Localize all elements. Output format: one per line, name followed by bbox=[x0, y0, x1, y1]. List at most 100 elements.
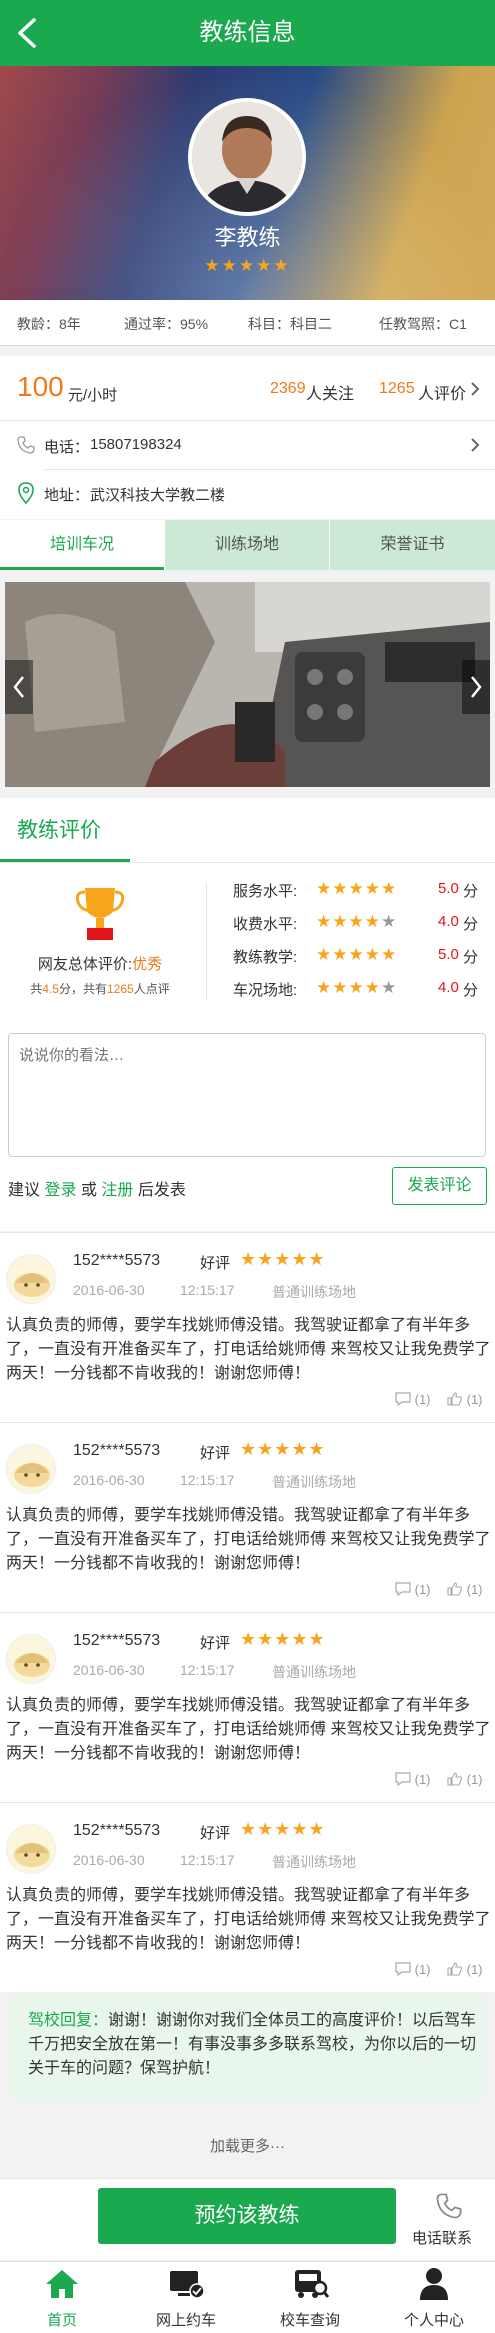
phone-icon bbox=[436, 2193, 462, 2219]
summary-score: 4.5 bbox=[42, 982, 59, 996]
nav-label: 校车查询 bbox=[279, 2312, 340, 2329]
reviewer-name: 152****5573 bbox=[73, 1442, 161, 1459]
like-count: (1) bbox=[466, 1772, 483, 1787]
score-label: 车况场地: bbox=[233, 982, 298, 999]
review-date: 2016-06-30 bbox=[73, 1852, 145, 1868]
score-value: 5.0 bbox=[438, 880, 459, 897]
reviewer-avatar bbox=[6, 1634, 56, 1684]
tab-training-ground[interactable]: 训练场地 bbox=[164, 520, 329, 570]
tab-certificates[interactable]: 荣誉证书 bbox=[329, 520, 495, 570]
review-time: 12:15:17 bbox=[180, 1662, 235, 1678]
load-more-button[interactable]: 加载更多··· bbox=[0, 2135, 495, 2156]
address-row: 地址： 武汉科技大学教二楼 bbox=[0, 470, 495, 518]
thumbs-up-icon bbox=[447, 1962, 463, 1976]
review-site: 普通训练场地 bbox=[272, 1664, 356, 1680]
review-date: 2016-06-30 bbox=[73, 1662, 145, 1678]
coach-avatar bbox=[188, 98, 306, 216]
comment-composer: 建议 登录 或 注册 后发表 发表评论 bbox=[0, 1013, 495, 1231]
score-row-teaching: 教练教学: ★★★★★ 5.0 分 bbox=[233, 945, 495, 979]
review-site: 普通训练场地 bbox=[272, 1474, 356, 1490]
publish-comment-button[interactable]: 发表评论 bbox=[392, 1167, 487, 1205]
reviewer-name: 152****5573 bbox=[73, 1252, 161, 1269]
review-body: 认真负责的师傅，要学车找姚师傅没错。我驾驶证都拿了有半年多了，一直没有开准备买车… bbox=[6, 1697, 491, 1762]
like-count: (1) bbox=[466, 1582, 483, 1597]
reserve-coach-button[interactable]: 预约该教练 bbox=[98, 2188, 396, 2244]
comment-input[interactable] bbox=[8, 1033, 486, 1157]
like-button[interactable]: (1) bbox=[447, 1392, 483, 1407]
hint-or: 或 bbox=[80, 1182, 97, 1199]
overall-rating: 网友总体评价:优秀 bbox=[0, 953, 200, 974]
reply-label: 驾校回复： bbox=[28, 2012, 109, 2029]
review-time: 12:15:17 bbox=[180, 1472, 235, 1488]
review-date: 2016-06-30 bbox=[73, 1472, 145, 1488]
score-unit: 分 bbox=[463, 982, 479, 999]
thumbs-up-icon bbox=[447, 1582, 463, 1596]
star-icon: ★ bbox=[381, 912, 398, 931]
reply-count-button[interactable]: (1) bbox=[395, 1582, 431, 1597]
reviewer-avatar bbox=[6, 1254, 56, 1304]
divider bbox=[0, 1422, 495, 1423]
back-button[interactable] bbox=[10, 14, 46, 52]
like-button[interactable]: (1) bbox=[447, 1582, 483, 1597]
page-title: 教练信息 bbox=[199, 19, 296, 46]
bottom-navigation: 首页 网上约车 校车查询 个人中心 bbox=[0, 2261, 495, 2333]
nav-label: 网上约车 bbox=[155, 2312, 216, 2329]
like-count: (1) bbox=[466, 1392, 483, 1407]
star-icon: ★ bbox=[364, 978, 381, 997]
default-avatar-icon bbox=[14, 1463, 50, 1487]
nav-home[interactable]: 首页 bbox=[0, 2262, 124, 2333]
reviewer-avatar bbox=[6, 1444, 56, 1494]
review-time: 12:15:17 bbox=[180, 1282, 235, 1298]
carousel-next-button[interactable] bbox=[462, 660, 490, 714]
subject: 科目：科目二 bbox=[248, 316, 332, 332]
address-value: 武汉科技大学教二楼 bbox=[90, 487, 226, 504]
nav-shuttle[interactable]: 校车查询 bbox=[248, 2262, 372, 2333]
reply-count-button[interactable]: (1) bbox=[395, 1772, 431, 1787]
reply-content: 驾校回复：谢谢！谢谢你对我们全体员工的高度评价！以后驾车千万把安全放在第一！有事… bbox=[28, 2009, 478, 2081]
phone-contact-button[interactable]: 电话联系 bbox=[406, 2187, 491, 2249]
tab-vehicle[interactable]: 培训车况 bbox=[0, 520, 164, 570]
price-unit: 元/小时 bbox=[68, 387, 118, 404]
school-reply: 驾校回复：谢谢！谢谢你对我们全体员工的高度评价！以后驾车千万把安全放在第一！有事… bbox=[10, 1993, 485, 2099]
review-stars: ★★★★★ bbox=[240, 1629, 326, 1649]
like-button[interactable]: (1) bbox=[447, 1772, 483, 1787]
nav-book-car[interactable]: 网上约车 bbox=[124, 2262, 248, 2333]
star-icon: ★ bbox=[381, 879, 398, 898]
reply-count-button[interactable]: (1) bbox=[395, 1962, 431, 1977]
nav-label: 个人中心 bbox=[403, 2312, 464, 2329]
star-icon: ★ bbox=[381, 978, 398, 997]
nav-profile[interactable]: 个人中心 bbox=[372, 2262, 495, 2333]
reply-count-button[interactable]: (1) bbox=[395, 1392, 431, 1407]
summary-mid: 分，共有 bbox=[58, 982, 107, 996]
like-count: (1) bbox=[466, 1962, 483, 1977]
star-icon: ★ bbox=[332, 945, 349, 964]
price-contact-card: 100 元/小时 2369 人关注 1265 人评价 电话： 158071983… bbox=[0, 356, 495, 519]
phone-row[interactable]: 电话： 15807198324 bbox=[0, 421, 495, 469]
home-icon bbox=[46, 2270, 78, 2298]
review-time: 12:15:17 bbox=[180, 1852, 235, 1868]
divider bbox=[0, 1612, 495, 1613]
review-body: 认真负责的师傅，要学车找姚师傅没错。我驾驶证都拿了有半年多了，一直没有开准备买车… bbox=[6, 1507, 491, 1572]
star-icon: ★ bbox=[348, 978, 365, 997]
address-label: 地址： bbox=[44, 487, 90, 504]
review-site: 普通训练场地 bbox=[272, 1854, 356, 1870]
car-interior-image bbox=[5, 582, 490, 787]
phone-contact-label: 电话联系 bbox=[412, 2230, 473, 2247]
section-title: 教练评价 bbox=[17, 819, 101, 842]
location-pin-icon bbox=[18, 482, 34, 504]
score-value: 4.0 bbox=[438, 979, 459, 996]
overall-summary: 共4.5分，共有1265人点评 bbox=[0, 980, 200, 997]
divider bbox=[0, 1232, 495, 1233]
summary-end: 人点评 bbox=[133, 982, 170, 996]
like-button[interactable]: (1) bbox=[447, 1962, 483, 1977]
login-link[interactable]: 登录 bbox=[44, 1182, 76, 1199]
register-link[interactable]: 注册 bbox=[101, 1182, 133, 1199]
evaluations-link[interactable]: 1265 人评价 bbox=[378, 374, 488, 404]
star-icon: ★ bbox=[348, 879, 365, 898]
score-unit: 分 bbox=[463, 949, 479, 966]
star-icon: ★ bbox=[381, 945, 398, 964]
carousel-prev-button[interactable] bbox=[5, 660, 33, 714]
thumbs-up-icon bbox=[447, 1392, 463, 1406]
star-icon: ★ bbox=[332, 879, 349, 898]
vertical-divider bbox=[206, 882, 207, 1000]
